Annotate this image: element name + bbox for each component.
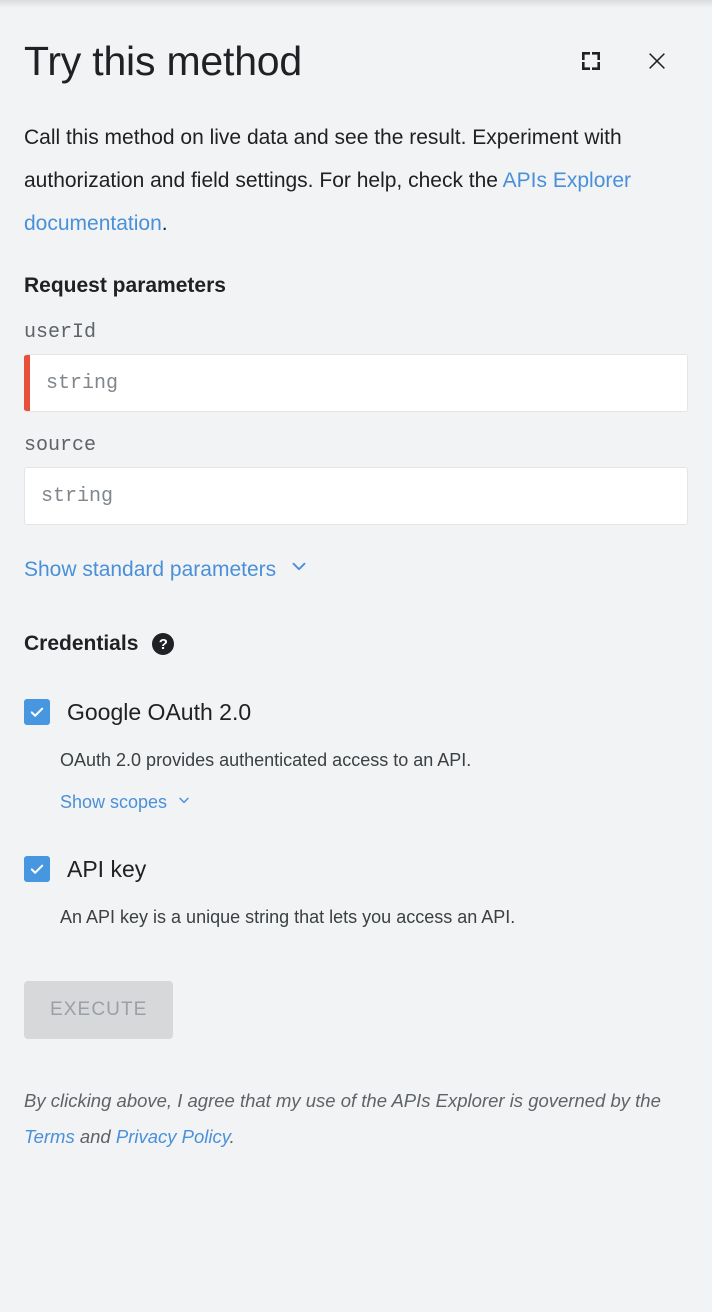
oauth-checkbox[interactable] <box>24 699 50 725</box>
api-key-description: An API key is a unique string that lets … <box>60 907 516 927</box>
execute-button[interactable]: EXECUTE <box>24 981 174 1039</box>
param-field-source[interactable] <box>24 467 688 525</box>
panel-description: Call this method on live data and see th… <box>0 86 712 245</box>
param-row-source: source <box>24 434 688 525</box>
fullscreen-icon <box>579 49 603 73</box>
page-title: Try this method <box>24 38 303 84</box>
request-parameters-heading: Request parameters <box>24 274 226 297</box>
panel-header: Try this method <box>0 0 712 86</box>
legal-footer: By clicking above, I agree that my use o… <box>0 1083 708 1155</box>
param-field-userid[interactable] <box>24 354 688 412</box>
credential-row-oauth[interactable]: Google OAuth 2.0 <box>24 698 688 726</box>
chevron-down-icon <box>288 555 310 584</box>
close-button[interactable] <box>644 48 670 74</box>
show-standard-parameters-label: Show standard parameters <box>24 557 277 581</box>
try-this-method-panel: Try this method Call this method on live… <box>0 0 712 1312</box>
oauth-description: OAuth 2.0 provides authenticated access … <box>60 750 472 770</box>
api-key-checkbox[interactable] <box>24 856 50 882</box>
legal-middle: and <box>74 1126 116 1147</box>
description-line-3-suffix: . <box>161 212 168 235</box>
credentials-heading: Credentials <box>24 632 139 655</box>
legal-prefix: By clicking above, I agree that my use o… <box>24 1090 661 1111</box>
credentials-list: Google OAuth 2.0 OAuth 2.0 provides auth… <box>0 698 712 929</box>
terms-link[interactable]: Terms <box>24 1126 75 1147</box>
oauth-label: Google OAuth 2.0 <box>67 699 252 725</box>
show-scopes-toggle[interactable]: Show scopes <box>60 792 192 813</box>
help-icon[interactable]: ? <box>152 633 175 655</box>
param-label-source: source <box>24 434 97 457</box>
show-standard-parameters-toggle[interactable]: Show standard parameters <box>0 555 334 584</box>
api-key-label: API key <box>67 856 147 882</box>
source-input[interactable] <box>25 468 687 524</box>
fullscreen-button[interactable] <box>578 48 604 74</box>
param-row-userid: userId <box>24 321 688 412</box>
header-actions <box>578 36 688 74</box>
execute-button-wrap: EXECUTE <box>0 981 712 1039</box>
chevron-down-icon-scopes <box>176 792 192 813</box>
legal-suffix: . <box>229 1126 235 1147</box>
param-label-userid: userId <box>24 321 97 344</box>
close-icon <box>644 48 670 74</box>
description-line-1: Call this method on live data and see th… <box>24 126 467 149</box>
show-scopes-label: Show scopes <box>60 792 168 812</box>
credential-row-api-key[interactable]: API key <box>24 855 688 883</box>
privacy-policy-link[interactable]: Privacy Policy <box>116 1126 230 1147</box>
userid-input[interactable] <box>30 355 687 411</box>
request-parameters-list: userId source <box>0 321 712 525</box>
credentials-heading-row: Credentials ? <box>0 632 712 656</box>
description-line-3-prefix: For help, check the <box>319 169 503 192</box>
